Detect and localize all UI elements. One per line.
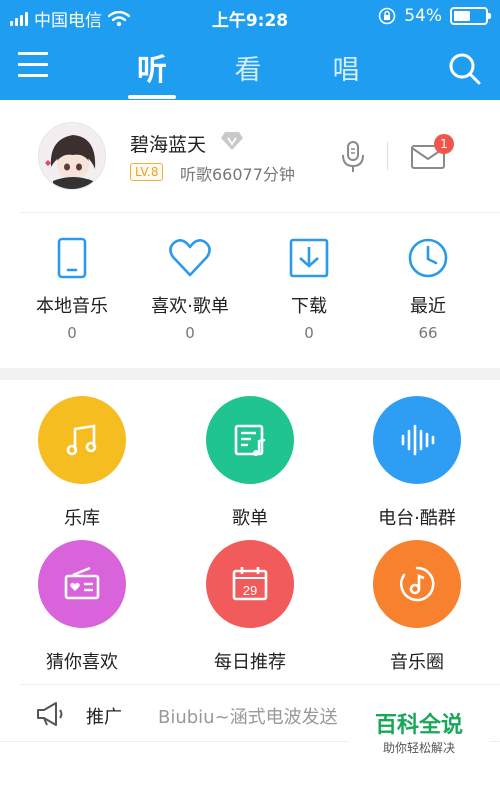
grid-playlists[interactable]: 歌单 [175,396,325,530]
top-nav: 听 看 唱 [0,34,500,100]
grid-label: 电台·酷群 [378,508,456,529]
status-bar: 中国电信 上午9:28 54% [0,0,500,34]
grid-guess-you-like[interactable]: 猜你喜欢 [7,540,157,674]
tab-watch[interactable]: 看 [218,48,278,87]
grid-circle [38,540,126,628]
level-badge: LV.8 [130,163,164,181]
quick-download[interactable]: 下载 0 [249,230,369,342]
watermark-title: 百科全说 [374,713,463,738]
rotation-lock-icon [378,7,396,25]
grid-radio[interactable]: 电台·酷群 [342,396,492,530]
diamond-vip-icon[interactable] [220,130,244,152]
grid-circle: 29 [206,540,294,628]
battery-icon [450,7,491,25]
quick-label: 下载 [291,296,327,317]
music-circle-icon [399,566,435,602]
grid-music-library[interactable]: 乐库 [7,396,157,530]
quick-label: 喜欢·歌单 [151,296,229,317]
grid-circle [38,396,126,484]
quick-count: 0 [304,324,314,342]
download-icon [289,238,329,278]
playlist-icon [234,424,266,456]
active-tab-indicator [128,95,176,99]
grid-circle [206,396,294,484]
quick-label: 本地音乐 [36,296,108,317]
grid-daily-picks[interactable]: 29 每日推荐 [175,540,325,674]
megaphone-icon [37,702,63,726]
tab-sing[interactable]: 唱 [316,48,376,87]
clock-icon [408,238,448,278]
grid-label: 每日推荐 [214,652,286,673]
quick-label: 最近 [410,296,446,317]
music-note-icon [66,424,97,456]
listen-time: 听歌66077分钟 [180,165,295,184]
grid-music-circle[interactable]: 音乐圈 [342,540,492,674]
quick-count: 66 [418,324,438,342]
watermark: 百科全说 助你轻松解决 [348,712,490,764]
grid-circle [373,396,461,484]
tab-listen[interactable]: 听 [122,45,182,89]
section-gap [0,368,500,380]
app-header: 中国电信 上午9:28 54% 听 看 唱 [0,0,500,100]
phone-icon [57,237,87,279]
quick-local-music[interactable]: 本地音乐 0 [12,230,132,342]
quick-count: 0 [67,324,77,342]
calendar-icon: 29 [232,567,268,601]
battery-percent: 54% [404,6,442,26]
promo-tag: 推广 [86,707,122,728]
divider [20,212,500,213]
promo-text: Biubiu~涵式电波发送 [158,707,338,728]
grid-label: 歌单 [232,508,268,529]
username[interactable]: 碧海蓝天 [130,130,206,157]
hamburger-icon [18,52,48,55]
microphone-icon[interactable] [340,140,366,174]
grid-label: 乐库 [64,508,100,529]
quick-count: 0 [185,324,195,342]
divider [387,142,388,170]
watermark-subtitle: 助你轻松解决 [382,741,455,755]
heart-icon [169,239,211,277]
calendar-day: 29 [243,583,257,598]
radio-icon [64,566,100,600]
profile-section: 碧海蓝天 LV.8 听歌66077分钟 [0,100,500,212]
avatar-image [39,123,105,189]
message-count-badge: 1 [434,134,454,154]
grid-label: 猜你喜欢 [46,652,118,673]
menu-button[interactable] [18,52,50,80]
grid-label: 音乐圈 [390,652,444,673]
quick-favorites[interactable]: 喜欢·歌单 0 [130,230,250,342]
quick-recent[interactable]: 最近 66 [368,230,488,342]
grid-circle [373,540,461,628]
search-icon[interactable] [448,52,482,86]
soundwave-icon [401,424,435,456]
avatar[interactable] [38,122,106,190]
